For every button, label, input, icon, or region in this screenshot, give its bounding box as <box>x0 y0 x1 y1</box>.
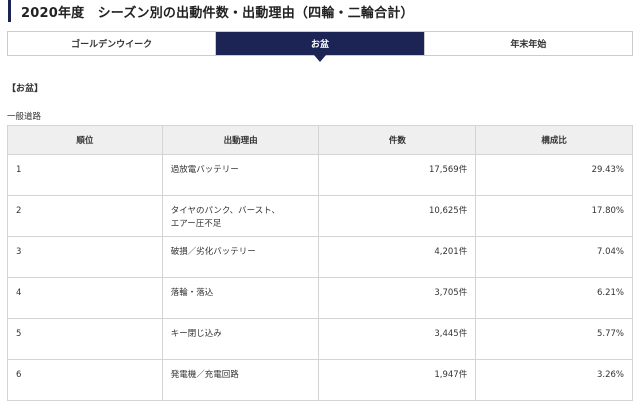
table-row: 6 発電機／充電回路 1,947件 3.26% <box>7 359 633 401</box>
table-row: 2 タイヤのパンク、バースト、 エアー圧不足 10,625件 17.80% <box>7 195 633 237</box>
table-row: 5 キー閉じ込み 3,445件 5.77% <box>7 318 633 360</box>
ratio-cell: 3.26% <box>475 359 633 401</box>
reason-text: エアー圧不足 <box>170 219 222 229</box>
header-reason: 出動理由 <box>161 125 320 155</box>
reason-text: 落輪・落込 <box>170 288 214 298</box>
count-cell: 4,201件 <box>318 236 477 278</box>
active-tab-pointer-icon <box>313 55 326 62</box>
reason-cell: 過放電バッテリー <box>161 154 320 196</box>
reason-cell: 発電機／充電回路 <box>161 359 320 401</box>
count-cell: 1,947件 <box>318 359 477 401</box>
reason-cell: タイヤのパンク、バースト、 エアー圧不足 <box>161 195 320 237</box>
reason-cell: キー閉じ込み <box>161 318 320 360</box>
reason-text: 破損／劣化バッテリー <box>170 247 256 257</box>
reason-text: 発電機／充電回路 <box>170 370 239 380</box>
count-cell: 17,569件 <box>318 154 477 196</box>
table-row: 4 落輪・落込 3,705件 6.21% <box>7 277 633 319</box>
section-heading: 【お盆】 <box>7 84 44 94</box>
rank-cell: 3 <box>7 236 163 278</box>
season-tabs: ゴールデンウイーク お盆 年末年始 <box>7 31 633 62</box>
ratio-cell: 5.77% <box>475 318 633 360</box>
reason-cell: 落輪・落込 <box>161 277 320 319</box>
tab-year-end[interactable]: 年末年始 <box>425 32 632 55</box>
road-type-label: 一般道路 <box>7 112 42 122</box>
ratio-cell: 6.21% <box>475 277 633 319</box>
reason-text: タイヤのパンク、バースト、 <box>170 206 281 216</box>
rank-cell: 4 <box>7 277 163 319</box>
tab-golden-week[interactable]: ゴールデンウイーク <box>8 32 217 55</box>
tab-label: 年末年始 <box>510 40 547 50</box>
rank-cell: 5 <box>7 318 163 360</box>
tab-label: ゴールデンウイーク <box>71 40 153 50</box>
rank-cell: 6 <box>7 359 163 401</box>
ratio-cell: 17.80% <box>475 195 633 237</box>
header-rank: 順位 <box>7 125 163 155</box>
table-header-row: 順位 出動理由 件数 構成比 <box>7 125 633 155</box>
reason-cell: 破損／劣化バッテリー <box>161 236 320 278</box>
tab-label: お盆 <box>310 40 329 50</box>
count-cell: 10,625件 <box>318 195 477 237</box>
header-ratio: 構成比 <box>475 125 633 155</box>
reason-text: 過放電バッテリー <box>170 165 239 175</box>
table-row: 3 破損／劣化バッテリー 4,201件 7.04% <box>7 236 633 278</box>
page-title: 2020年度 シーズン別の出動件数・出動理由（四輪・二輪合計） <box>8 0 640 22</box>
rank-cell: 2 <box>7 195 163 237</box>
count-cell: 3,705件 <box>318 277 477 319</box>
reason-text: キー閉じ込み <box>170 329 222 339</box>
count-cell: 3,445件 <box>318 318 477 360</box>
tab-obon[interactable]: お盆 <box>216 32 425 62</box>
dispatch-reasons-table: 順位 出動理由 件数 構成比 1 過放電バッテリー 17,569件 29.43%… <box>7 125 633 401</box>
ratio-cell: 29.43% <box>475 154 633 196</box>
rank-cell: 1 <box>7 154 163 196</box>
table-row: 1 過放電バッテリー 17,569件 29.43% <box>7 154 633 196</box>
ratio-cell: 7.04% <box>475 236 633 278</box>
header-count: 件数 <box>318 125 477 155</box>
